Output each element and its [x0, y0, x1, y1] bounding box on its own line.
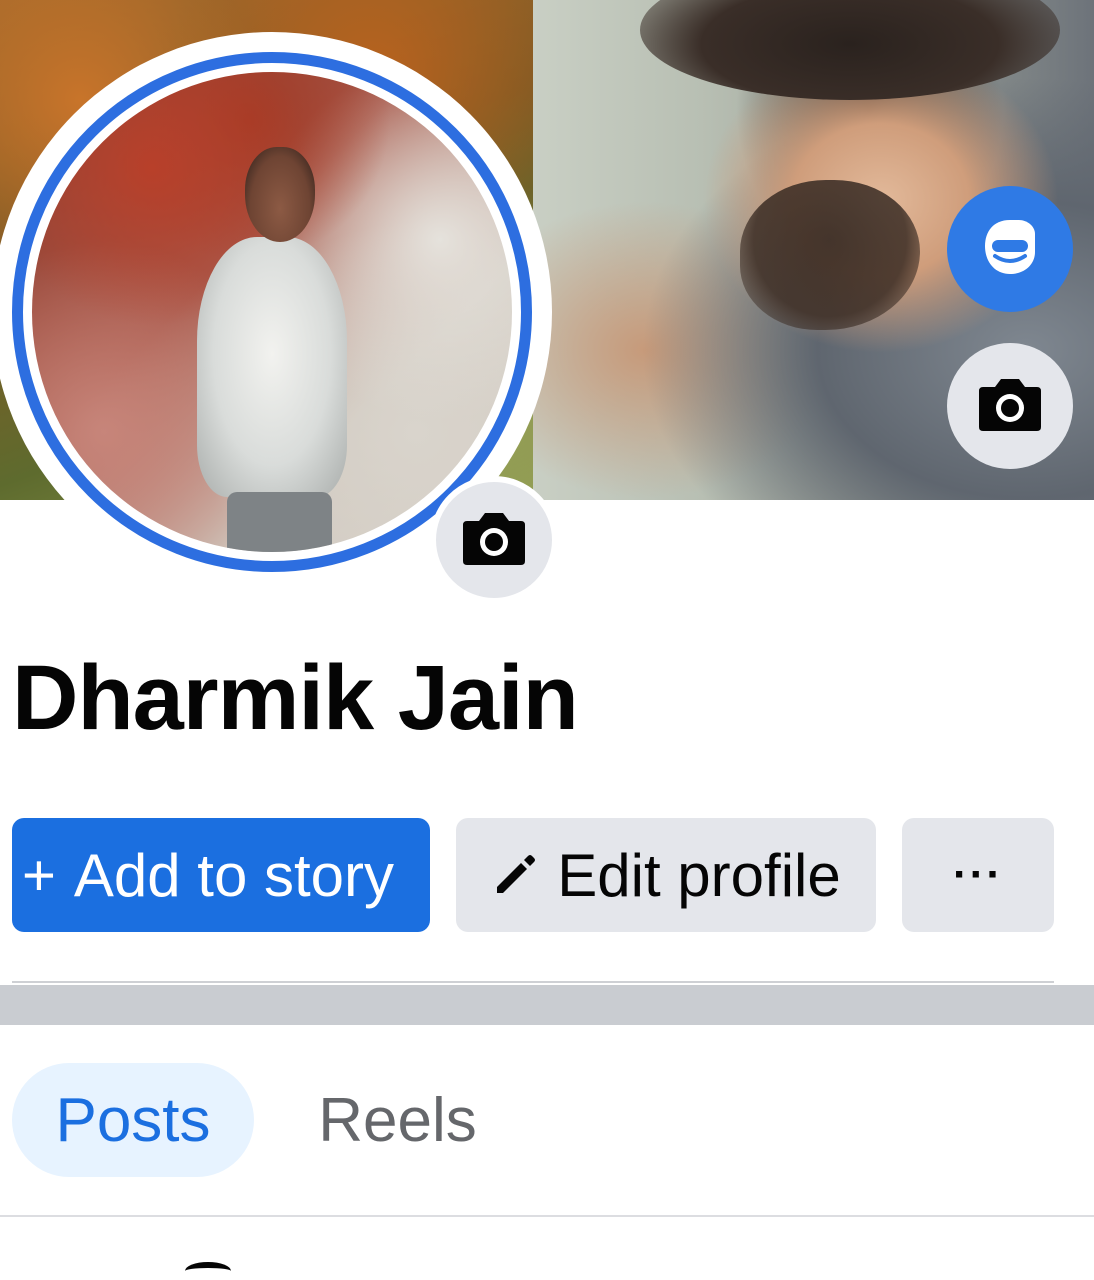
profile-picture-detail — [227, 492, 332, 552]
plus-icon: + — [22, 842, 56, 908]
avatar-icon — [975, 212, 1045, 287]
divider — [0, 1215, 1094, 1217]
edit-profile-label: Edit profile — [557, 841, 841, 909]
tab-posts[interactable]: Posts — [12, 1063, 254, 1177]
add-to-story-button[interactable]: + Add to story — [12, 818, 430, 932]
tab-reels[interactable]: Reels — [290, 1063, 505, 1177]
section-divider — [0, 985, 1094, 1025]
camera-icon — [461, 509, 527, 572]
profile-picture-detail — [197, 237, 347, 497]
more-options-button[interactable]: ··· — [902, 818, 1054, 932]
edit-profile-button[interactable]: Edit profile — [456, 818, 876, 932]
more-icon: ··· — [953, 850, 1003, 899]
create-avatar-button[interactable] — [947, 186, 1073, 312]
add-to-story-label: Add to story — [73, 841, 395, 909]
edit-cover-photo-button[interactable] — [947, 343, 1073, 469]
edit-profile-picture-button[interactable] — [430, 476, 558, 604]
partial-content — [185, 1262, 231, 1280]
profile-name: Dharmik Jain — [12, 647, 579, 749]
divider — [12, 981, 1054, 983]
profile-picture[interactable] — [32, 72, 512, 552]
camera-icon — [977, 375, 1043, 438]
profile-page: Dharmik Jain + Add to story Edit profile… — [0, 0, 1094, 1280]
profile-picture-detail — [245, 147, 315, 242]
pencil-icon — [491, 851, 539, 899]
